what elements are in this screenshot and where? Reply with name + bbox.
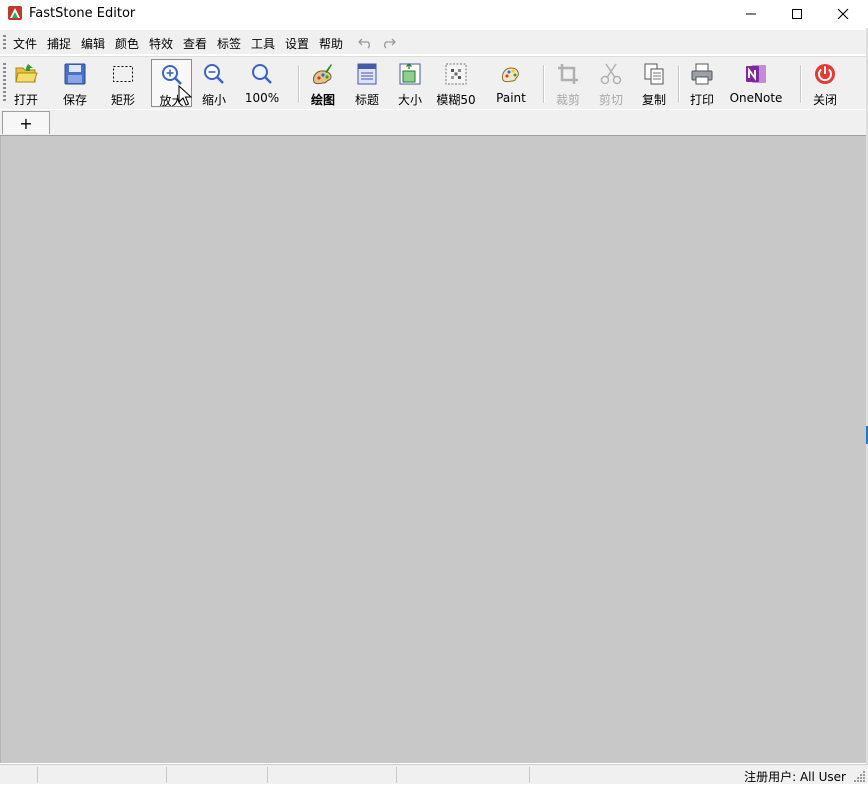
open-button[interactable]: 打开 bbox=[7, 59, 45, 107]
menu-effects[interactable]: 特效 bbox=[149, 35, 173, 52]
zoom-in-button[interactable]: 放大 bbox=[151, 59, 192, 108]
resize-label: 大小 bbox=[397, 93, 422, 107]
toolbar-separator bbox=[543, 65, 545, 103]
maximize-button[interactable] bbox=[774, 0, 820, 28]
registered-user-text: 注册用户: All User bbox=[744, 770, 846, 784]
copy-icon bbox=[644, 63, 664, 85]
save-label: 保存 bbox=[62, 93, 87, 107]
crop-label: 裁剪 bbox=[555, 93, 580, 107]
faststone-app-icon bbox=[8, 6, 22, 20]
rectangle-select-icon bbox=[113, 66, 133, 82]
close-label: 关闭 bbox=[812, 93, 837, 107]
editor-canvas[interactable] bbox=[0, 136, 866, 763]
redo-icon[interactable] bbox=[380, 35, 396, 49]
status-bar: 注册用户: All User bbox=[0, 764, 868, 784]
status-pane-divider bbox=[267, 767, 268, 783]
toolbar-separator bbox=[800, 65, 802, 103]
resize-button[interactable]: 大小 bbox=[391, 59, 429, 107]
draw-palette-icon bbox=[313, 64, 332, 85]
title-bar: FastStone Editor bbox=[0, 0, 868, 28]
power-icon bbox=[815, 64, 835, 84]
status-pane-divider bbox=[396, 767, 397, 783]
rect-label: 矩形 bbox=[110, 93, 135, 107]
menu-view[interactable]: 查看 bbox=[183, 35, 207, 52]
zoom-100-label: 100% bbox=[244, 91, 280, 105]
blur-label: 模糊50 bbox=[436, 93, 476, 107]
status-pane-divider bbox=[529, 767, 530, 783]
menu-tools[interactable]: 工具 bbox=[251, 35, 275, 52]
copy-button[interactable]: 复制 bbox=[635, 59, 673, 107]
close-editor-button[interactable]: 关闭 bbox=[806, 59, 844, 107]
blur-mosaic-icon bbox=[445, 63, 467, 85]
new-tab-button[interactable]: + bbox=[2, 111, 50, 134]
draw-button[interactable]: 绘图 bbox=[304, 59, 342, 107]
cut-button[interactable]: 剪切 bbox=[592, 59, 630, 107]
zoom-out-icon bbox=[204, 64, 224, 84]
toolbar-grip[interactable] bbox=[3, 63, 6, 103]
scissors-icon bbox=[600, 63, 622, 85]
close-icon bbox=[837, 8, 849, 20]
printer-icon bbox=[691, 63, 713, 85]
tab-strip: + bbox=[0, 110, 866, 136]
menu-help[interactable]: 帮助 bbox=[319, 35, 343, 52]
toolbar-separator bbox=[678, 65, 680, 103]
menu-bar: 文件 捕捉 编辑 颜色 特效 查看 标签 工具 设置 帮助 bbox=[0, 30, 866, 54]
draw-label: 绘图 bbox=[310, 93, 335, 107]
resize-grip-icon[interactable] bbox=[854, 770, 866, 782]
close-window-button[interactable] bbox=[820, 0, 866, 28]
menu-file[interactable]: 文件 bbox=[13, 35, 37, 52]
save-disk-icon bbox=[64, 63, 86, 85]
menubar-grip[interactable] bbox=[3, 35, 6, 50]
menu-tabs[interactable]: 标签 bbox=[217, 35, 241, 52]
crop-button[interactable]: 裁剪 bbox=[549, 59, 587, 107]
crop-icon bbox=[558, 64, 578, 84]
caption-button[interactable]: 标题 bbox=[348, 59, 386, 107]
onenote-icon bbox=[746, 65, 766, 83]
open-label: 打开 bbox=[13, 93, 38, 107]
status-pane-divider bbox=[37, 767, 38, 783]
menu-settings[interactable]: 设置 bbox=[285, 35, 309, 52]
copy-label: 复制 bbox=[641, 93, 666, 107]
onenote-button[interactable]: OneNote bbox=[726, 59, 786, 107]
menu-color[interactable]: 颜色 bbox=[115, 35, 139, 52]
resize-image-icon bbox=[399, 63, 421, 85]
print-label: 打印 bbox=[689, 93, 714, 107]
open-folder-icon bbox=[15, 64, 38, 83]
menu-edit[interactable]: 编辑 bbox=[81, 35, 105, 52]
print-button[interactable]: 打印 bbox=[683, 59, 721, 107]
onenote-label: OneNote bbox=[729, 91, 783, 105]
rectangle-select-button[interactable]: 矩形 bbox=[103, 59, 143, 107]
zoom-out-button[interactable]: 缩小 bbox=[195, 59, 233, 107]
blur-button[interactable]: 模糊50 bbox=[434, 59, 478, 107]
zoom-100-button[interactable]: 100% bbox=[241, 59, 283, 107]
zoom-out-label: 缩小 bbox=[201, 93, 226, 107]
window-title: FastStone Editor bbox=[29, 6, 136, 21]
cut-label: 剪切 bbox=[598, 93, 623, 107]
magnifier-icon bbox=[252, 64, 272, 84]
undo-icon[interactable] bbox=[358, 35, 374, 49]
toolbar-separator bbox=[298, 65, 300, 103]
paint-button[interactable]: Paint bbox=[492, 59, 530, 107]
save-button[interactable]: 保存 bbox=[56, 59, 94, 107]
paint-label: Paint bbox=[496, 91, 526, 105]
paint-palette-icon bbox=[502, 67, 519, 83]
toolbar: 打开 保存 矩形 放大 缩小 100% 绘图 标题 大小 模糊50 Paint … bbox=[0, 56, 866, 142]
minimize-icon bbox=[746, 13, 756, 15]
caption-label: 标题 bbox=[354, 93, 379, 107]
caption-window-icon bbox=[357, 63, 377, 85]
status-pane-divider bbox=[166, 767, 167, 783]
zoom-in-icon bbox=[161, 65, 182, 85]
plus-icon: + bbox=[19, 113, 33, 133]
mouse-cursor-icon bbox=[178, 85, 192, 106]
maximize-icon bbox=[792, 9, 802, 19]
menu-capture[interactable]: 捕捉 bbox=[47, 35, 71, 52]
minimize-button[interactable] bbox=[728, 0, 774, 28]
